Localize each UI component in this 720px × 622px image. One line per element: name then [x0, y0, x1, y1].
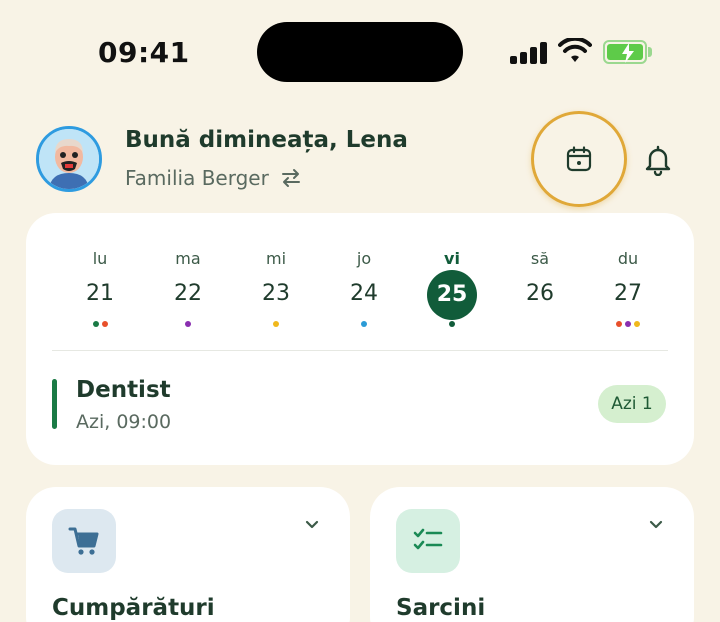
event-dot: [625, 321, 631, 327]
day-name: ma: [175, 249, 201, 268]
event-dot: [634, 321, 640, 327]
shopping-icon-tile: [52, 509, 116, 573]
dynamic-island: [257, 22, 463, 82]
swap-icon: [281, 169, 300, 187]
event-dot: [92, 321, 99, 327]
event-dots: [70, 321, 130, 327]
event-dots: [598, 321, 658, 327]
day-number: 27: [614, 281, 642, 306]
day-name: lu: [92, 249, 108, 268]
event-time: Azi, 09:00: [76, 411, 172, 433]
day-number: 26: [526, 281, 554, 306]
bell-icon: [645, 145, 671, 176]
status-time: 09:41: [98, 36, 190, 69]
day-name: du: [617, 249, 639, 268]
avatar[interactable]: [36, 126, 102, 192]
signal-icon: [510, 40, 548, 64]
day-number: 23: [262, 281, 290, 306]
event-dot: [101, 321, 108, 327]
event-color-bar: [52, 379, 57, 429]
event-dots: [422, 321, 482, 327]
day-name: să: [530, 249, 550, 268]
day-number: 25: [427, 270, 477, 320]
event-dots: [158, 321, 218, 327]
event-dot: [361, 321, 367, 327]
day-name: mi: [265, 249, 287, 268]
shopping-card[interactable]: Cumpărături: [26, 487, 350, 622]
calendar-icon: [566, 146, 592, 172]
today-badge[interactable]: Azi 1: [598, 385, 666, 423]
event-dots: [246, 321, 306, 327]
calendar-button[interactable]: [531, 111, 627, 207]
checklist-icon: [413, 528, 443, 550]
shopping-title: Cumpărături: [52, 595, 215, 621]
tasks-title: Sarcini: [396, 595, 486, 621]
day-name: jo: [356, 249, 372, 268]
cart-icon: [68, 527, 99, 555]
day-number: 24: [350, 281, 378, 306]
family-switcher[interactable]: Familia Berger: [125, 166, 303, 190]
event-dot: [449, 321, 455, 327]
event-dot: [616, 321, 622, 327]
battery-icon: [603, 40, 647, 64]
day-number: 21: [86, 281, 114, 306]
event-title[interactable]: Dentist: [76, 377, 171, 403]
day-number: 22: [174, 281, 202, 306]
event-dot: [185, 321, 191, 327]
wifi-icon: [558, 38, 592, 62]
notifications-button[interactable]: [640, 140, 676, 180]
chevron-down-icon[interactable]: [304, 519, 320, 531]
battery-cap: [648, 47, 652, 57]
event-dots: [334, 321, 394, 327]
week-card: lu 21 ma 22 mi 23 jo 24 vi 25 să 26 du 27 Dentist Azi…: [26, 213, 694, 465]
tasks-card[interactable]: Sarcini: [370, 487, 694, 622]
week-strip: lu 21 ma 22 mi 23 jo 24 vi 25 să 26 du 27: [78, 213, 694, 353]
divider: [52, 350, 668, 351]
tasks-icon-tile: [396, 509, 460, 573]
family-name: Familia Berger: [125, 166, 269, 190]
chevron-down-icon[interactable]: [648, 519, 664, 531]
greeting-title: Bună dimineața, Lena: [125, 127, 408, 153]
event-dot: [273, 321, 279, 327]
day-name: vi: [444, 249, 460, 268]
